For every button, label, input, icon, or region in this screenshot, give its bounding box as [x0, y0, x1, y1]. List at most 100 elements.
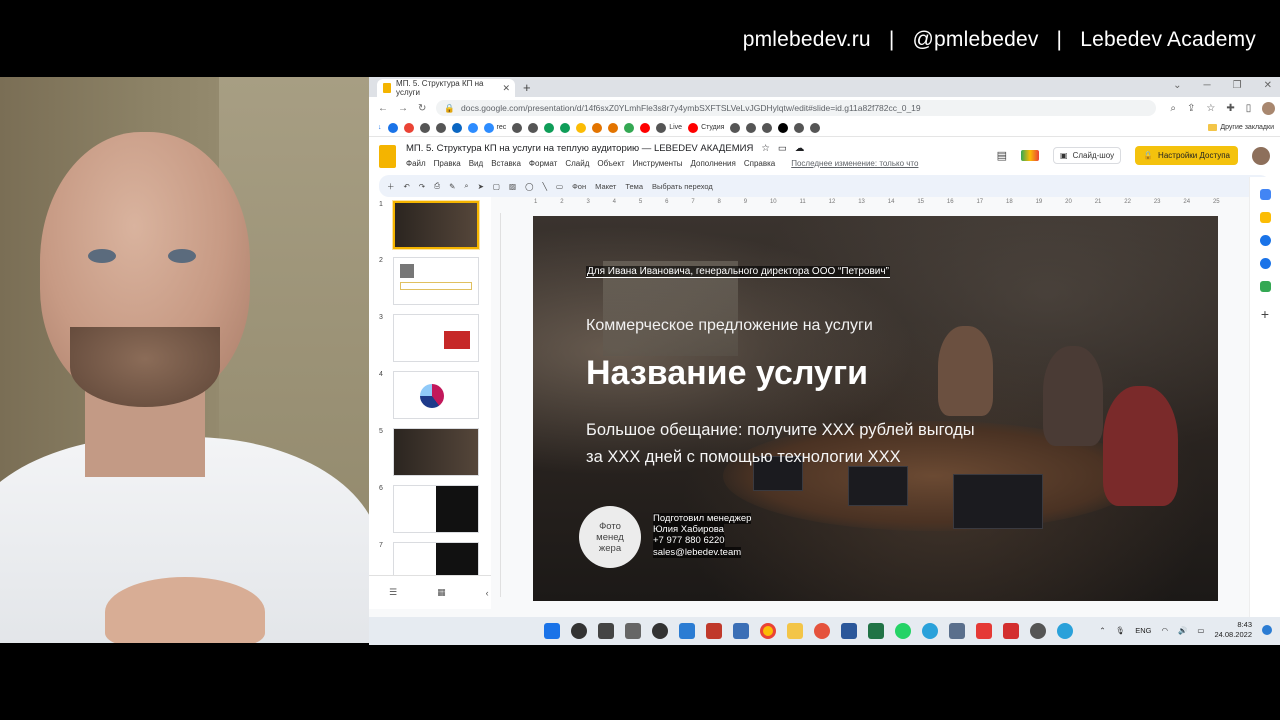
- slide-thumbnail[interactable]: 5: [379, 428, 479, 476]
- theme-button[interactable]: Тема: [625, 182, 643, 191]
- slide-thumbnail[interactable]: 3: [379, 314, 479, 362]
- star-icon[interactable]: ☆: [761, 143, 770, 154]
- mic-icon[interactable]: 🎙: [1116, 626, 1126, 635]
- account-avatar[interactable]: [1252, 146, 1270, 165]
- slide-thumbnail[interactable]: 1: [379, 200, 480, 250]
- menu-item[interactable]: Вставка: [491, 159, 521, 168]
- bookmark-icon[interactable]: [730, 122, 741, 133]
- manager-contacts[interactable]: Подготовил менеджер Юлия Хабирова +7 977…: [653, 513, 752, 558]
- url-field[interactable]: 🔒 docs.google.com/presentation/d/14f6sxZ…: [436, 100, 1157, 116]
- bookmark-icon[interactable]: [656, 122, 667, 133]
- slide-thumbnail[interactable]: 2: [379, 257, 479, 305]
- background-button[interactable]: Фон: [572, 182, 586, 191]
- maps-icon[interactable]: [1259, 281, 1271, 292]
- select-icon[interactable]: ➤: [478, 182, 484, 191]
- menu-item[interactable]: Вид: [469, 159, 483, 168]
- calendar-icon[interactable]: [1259, 189, 1271, 200]
- chevron-down-icon[interactable]: ⌄: [1173, 80, 1181, 91]
- calendar-app-icon[interactable]: [679, 623, 695, 639]
- slides-logo-icon[interactable]: [379, 145, 396, 168]
- transition-button[interactable]: Выбрать переход: [652, 182, 713, 191]
- recipient-line[interactable]: Для Ивана Ивановича, генерального директ…: [586, 266, 890, 278]
- bookmark-icon[interactable]: [624, 122, 635, 133]
- add-icon[interactable]: ＋: [387, 181, 395, 192]
- menu-item[interactable]: Файл: [406, 159, 426, 168]
- word-icon[interactable]: [841, 623, 857, 639]
- app-icon[interactable]: [625, 623, 641, 639]
- bookmark-icon[interactable]: [592, 122, 603, 133]
- zoom-icon[interactable]: ⌕: [464, 181, 468, 191]
- bookmark-icon[interactable]: [544, 122, 555, 133]
- collapse-panel-icon[interactable]: ‹: [486, 588, 489, 598]
- slide-canvas[interactable]: Для Ивана Ивановича, генерального директ…: [533, 216, 1218, 601]
- bookmark-icon[interactable]: [528, 122, 539, 133]
- meet-icon[interactable]: [1021, 150, 1040, 161]
- bookmark-icon[interactable]: [419, 122, 430, 133]
- battery-icon[interactable]: ▭: [1197, 626, 1204, 635]
- back-icon[interactable]: ←: [378, 103, 388, 114]
- keep-icon[interactable]: [1259, 212, 1271, 223]
- print-icon[interactable]: ⎙: [434, 181, 440, 191]
- menu-item[interactable]: Инструменты: [633, 159, 683, 168]
- folder-icon[interactable]: ▭: [778, 143, 787, 154]
- bookmark-icon[interactable]: [512, 122, 523, 133]
- last-edit-link[interactable]: Последнее изменение: только что: [791, 159, 918, 168]
- restore-icon[interactable]: ❐: [1233, 80, 1242, 91]
- menu-item[interactable]: Формат: [529, 159, 557, 168]
- menu-item[interactable]: Правка: [434, 159, 461, 168]
- share-icon[interactable]: ⇪: [1187, 103, 1195, 114]
- extensions-icon[interactable]: ✚: [1226, 103, 1234, 114]
- bookmark-studio[interactable]: Студия: [701, 124, 724, 131]
- language-indicator[interactable]: ENG: [1135, 626, 1151, 635]
- bookmark-icon[interactable]: [483, 122, 494, 133]
- forward-icon[interactable]: →: [398, 103, 408, 114]
- slide-promise[interactable]: Большое обещание: получите XXX рублей вы…: [586, 417, 986, 471]
- download-icon[interactable]: ↓: [378, 124, 382, 131]
- bookmark-icon[interactable]: [762, 122, 773, 133]
- reload-icon[interactable]: ↻: [418, 103, 426, 114]
- text-box-icon[interactable]: ▢: [493, 182, 500, 191]
- undo-icon[interactable]: ↶: [404, 182, 410, 191]
- line-icon[interactable]: ╲: [542, 182, 547, 191]
- document-title[interactable]: МП. 5. Структура КП на услуги на теплую …: [406, 143, 753, 154]
- excel-icon[interactable]: [868, 623, 884, 639]
- bookmark-icon[interactable]: [810, 122, 821, 133]
- menu-item[interactable]: Слайд: [565, 159, 589, 168]
- bookmark-icon[interactable]: [467, 122, 478, 133]
- slide-subtitle[interactable]: Коммерческое предложение на услуги: [586, 317, 873, 335]
- search-icon[interactable]: [571, 623, 587, 639]
- whatsapp-icon[interactable]: [895, 623, 911, 639]
- contacts-icon[interactable]: [1259, 258, 1271, 269]
- bookmark-icon[interactable]: [746, 122, 757, 133]
- bookmark-icon[interactable]: [608, 122, 619, 133]
- youtube-icon[interactable]: [688, 122, 699, 133]
- bookmark-icon[interactable]: [576, 122, 587, 133]
- app-icon[interactable]: [949, 623, 965, 639]
- paint-format-icon[interactable]: ✎: [449, 182, 455, 191]
- star-icon[interactable]: ☆: [1206, 103, 1215, 114]
- settings-icon[interactable]: [1030, 623, 1046, 639]
- grid-view-icon[interactable]: ▦: [437, 587, 446, 598]
- slide-thumbnail[interactable]: 6: [379, 485, 479, 533]
- other-bookmarks[interactable]: Другие закладки: [1208, 124, 1274, 131]
- telegram-icon[interactable]: [922, 623, 938, 639]
- bookmark-icon[interactable]: [560, 122, 571, 133]
- youtube-icon[interactable]: [640, 122, 651, 133]
- search-icon[interactable]: ⌕: [1170, 103, 1176, 114]
- sidebar-icon[interactable]: ▯: [1246, 103, 1252, 114]
- minimize-icon[interactable]: ─: [1204, 80, 1211, 91]
- app-icon[interactable]: [733, 623, 749, 639]
- bookmark-live[interactable]: Live: [669, 124, 682, 131]
- menu-item[interactable]: Справка: [744, 159, 775, 168]
- clock[interactable]: 8:43 24.08.2022: [1214, 620, 1252, 640]
- slide-title[interactable]: Название услуги: [586, 354, 868, 393]
- share-button[interactable]: 🔒 Настройки Доступа: [1135, 146, 1238, 165]
- bookmark-icon[interactable]: [794, 122, 805, 133]
- browser-tab[interactable]: МП. 5. Структура КП на услуги ✕: [377, 79, 515, 97]
- profile-avatar[interactable]: [1262, 101, 1276, 115]
- bookmark-icon[interactable]: [451, 122, 462, 133]
- notification-icon[interactable]: [1262, 625, 1272, 635]
- image-icon[interactable]: ▨: [509, 182, 516, 191]
- manager-photo-placeholder[interactable]: Фото менед жера: [579, 506, 641, 568]
- layout-button[interactable]: Макет: [595, 182, 616, 191]
